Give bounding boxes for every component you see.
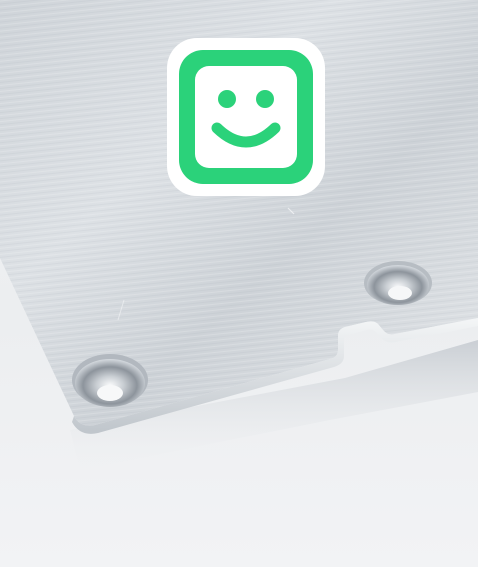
countersunk-hole-bore bbox=[97, 385, 123, 401]
left-eye-icon bbox=[218, 90, 236, 108]
logo-inner-face bbox=[195, 66, 297, 168]
smiley-face-logo bbox=[167, 38, 325, 196]
photo-frame bbox=[0, 0, 478, 567]
countersunk-hole-bore bbox=[388, 286, 412, 300]
right-eye-icon bbox=[256, 90, 274, 108]
